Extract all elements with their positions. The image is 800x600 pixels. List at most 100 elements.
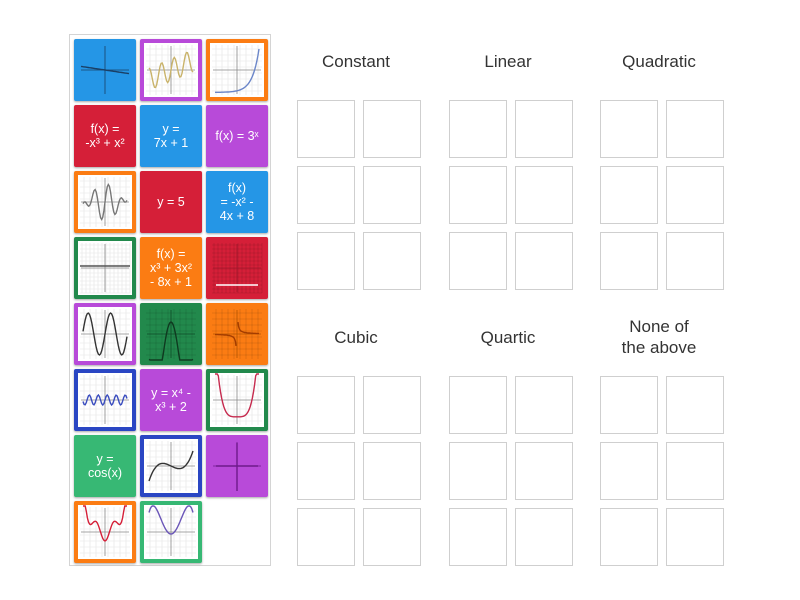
drop-slot[interactable] [363,100,421,158]
card-label-line: f(x) [227,181,247,195]
equation-card[interactable]: f(x) = -x³ + x² [74,105,136,167]
drop-slot[interactable] [515,166,573,224]
drop-slot[interactable] [515,376,573,434]
graph-card[interactable] [140,501,202,563]
drop-slot[interactable] [297,442,355,500]
graph-card[interactable] [74,303,136,365]
drop-slot[interactable] [297,376,355,434]
drop-slot[interactable] [297,100,355,158]
drop-slot[interactable] [363,232,421,290]
drop-slot[interactable] [600,442,658,500]
drop-slot[interactable] [666,100,724,158]
drop-slot[interactable] [515,100,573,158]
equation-card[interactable]: f(x) = 3ˣ [206,105,268,167]
hyperbola-graph-icon [210,307,264,361]
card-label-line: cos(x) [87,466,123,480]
equation-card[interactable]: y = cos(x) [74,435,136,497]
u-curve-graph-icon [210,373,264,427]
graph-card[interactable] [74,237,136,299]
drop-slot[interactable] [363,376,421,434]
drop-slot[interactable] [666,442,724,500]
drop-slot[interactable] [297,166,355,224]
graph-card[interactable] [140,435,202,497]
drop-slot[interactable] [666,376,724,434]
drop-slot[interactable] [666,232,724,290]
drop-slot[interactable] [515,232,573,290]
card-tray: f(x) = -x³ + x² y = 7x + 1 f(x) = 3ˣ y = 5 f(x… [69,34,271,566]
card-label-line: 4x + 8 [219,209,255,223]
group-heading-line: Quadratic [622,52,696,71]
drop-slot[interactable] [449,442,507,500]
graph-card[interactable] [74,369,136,431]
drop-slot[interactable] [449,232,507,290]
graph-card[interactable] [140,39,202,101]
graph-card[interactable] [206,435,268,497]
group-heading-line: the above [621,338,697,357]
card-label: y = 5 [157,195,184,209]
card-label-line: y = 5 [157,195,185,209]
equation-card[interactable]: f(x) = x³ + 3x² - 8x + 1 [140,237,202,299]
graph-card[interactable] [206,39,268,101]
drop-slot[interactable] [600,232,658,290]
sine-like-graph-icon [78,307,132,361]
horizontal-line-graph-icon [78,241,132,295]
graph-card[interactable] [206,369,268,431]
drop-slot[interactable] [449,508,507,566]
equation-card[interactable]: y = 5 [140,171,202,233]
exponential-curve-graph-icon [210,43,264,97]
graph-card[interactable] [206,237,268,299]
drop-slot[interactable] [600,376,658,434]
graph-card[interactable] [74,501,136,563]
quartic-red-graph-icon [78,505,132,559]
nearly-flat-line-graph-icon [78,43,132,97]
drop-slot[interactable] [600,166,658,224]
group-heading-line: Constant [321,52,391,71]
drop-slot[interactable] [600,508,658,566]
drop-slot[interactable] [515,442,573,500]
cubic-s-curve-graph-icon [144,439,198,493]
quartic-w-graph-icon [144,307,198,361]
card-label: y = x⁴ - x³ + 2 [151,386,191,414]
drop-slot[interactable] [515,508,573,566]
graph-card[interactable] [140,303,202,365]
card-label: f(x) = -x³ + x² [85,122,124,150]
card-label-line: 7x + 1 [153,136,189,150]
drop-slot[interactable] [449,100,507,158]
group-heading: Quadratic [589,51,729,72]
group-heading-line: Linear [484,52,532,71]
graph-card[interactable] [74,39,136,101]
quartic-m-graph-icon [144,505,198,559]
card-label: f(x) = -x² -4x + 8 [220,181,254,223]
graph-card[interactable] [206,303,268,365]
group-heading-line: Quartic [480,328,536,347]
card-label-line: = -x² - [220,195,254,209]
drop-slot[interactable] [363,442,421,500]
equation-card[interactable]: y = 7x + 1 [140,105,202,167]
drop-slot[interactable] [449,166,507,224]
drop-slot[interactable] [297,232,355,290]
graph-card[interactable] [74,171,136,233]
drop-slot[interactable] [666,508,724,566]
card-label: f(x) = 3ˣ [215,129,258,143]
card-label-line: x³ + 2 [155,400,187,414]
vertical-line-graph-icon [210,439,264,493]
card-label-line: y = x⁴ - [151,386,191,400]
drop-slot[interactable] [449,376,507,434]
drop-slot[interactable] [666,166,724,224]
equation-card[interactable]: f(x) = -x² -4x + 8 [206,171,268,233]
drop-slot[interactable] [297,508,355,566]
card-label-line: - 8x + 1 [149,275,193,289]
group-heading: None of the above [589,316,729,358]
oscillating-wave-graph-icon [78,175,132,229]
group-heading: Quartic [438,327,578,348]
drop-slot[interactable] [363,166,421,224]
group-heading: Linear [438,51,578,72]
constant-line-graph-icon [210,241,264,295]
drop-slot[interactable] [600,100,658,158]
group-heading: Constant [286,51,426,72]
drop-slot[interactable] [363,508,421,566]
card-label-line: y = [96,452,114,466]
small-wave-graph-icon [78,373,132,427]
card-label: f(x) = x³ + 3x² - 8x + 1 [150,247,192,289]
equation-card[interactable]: y = x⁴ - x³ + 2 [140,369,202,431]
